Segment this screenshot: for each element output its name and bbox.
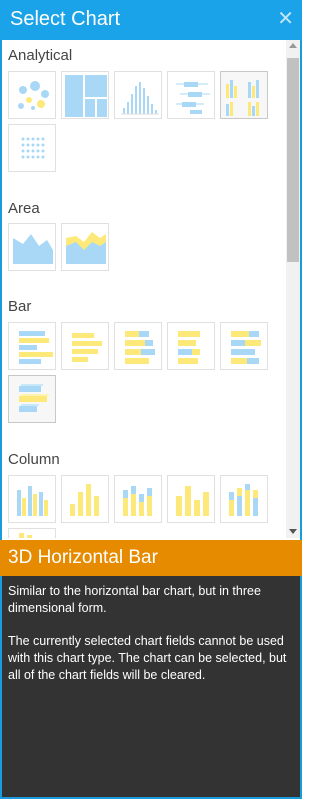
- chart-description: Similar to the horizontal bar chart, but…: [8, 584, 261, 615]
- chart-thumb-area[interactable]: [8, 223, 56, 271]
- chart-thumb-column-6[interactable]: [8, 528, 56, 538]
- section-label-analytical: Analytical: [8, 47, 73, 64]
- scroll-down-arrow-icon[interactable]: [289, 529, 297, 534]
- chart-thumb-treemap[interactable]: [61, 71, 109, 119]
- chart-detail-title: 3D Horizontal Bar: [8, 547, 158, 568]
- close-icon[interactable]: ✕: [277, 9, 294, 29]
- chart-thumb-column-1[interactable]: [8, 475, 56, 523]
- chart-thumb-horizontal-bar-5[interactable]: [220, 322, 268, 370]
- chart-thumb-horizontal-bar-4[interactable]: [167, 322, 215, 370]
- scroll-up-arrow-icon[interactable]: [289, 43, 297, 48]
- chart-thumb-horizontal-bar[interactable]: [8, 322, 56, 370]
- chart-thumb-horizontal-bar-3[interactable]: [114, 322, 162, 370]
- chart-thumb-column-5[interactable]: [220, 475, 268, 523]
- section-label-column: Column: [8, 451, 60, 468]
- chart-thumb-box-plot[interactable]: [167, 71, 215, 119]
- chart-thumb-column-2[interactable]: [61, 475, 109, 523]
- section-label-bar: Bar: [8, 298, 32, 315]
- chart-field-warning: The currently selected chart fields cann…: [8, 634, 287, 682]
- chart-gallery[interactable]: Analytical Area Bar Column: [2, 40, 286, 538]
- gallery-scrollbar[interactable]: [286, 40, 300, 538]
- chart-thumb-histogram[interactable]: [114, 71, 162, 119]
- chart-thumb-stacked-area[interactable]: [61, 223, 109, 271]
- chart-thumb-3d-horizontal-bar[interactable]: [8, 375, 56, 423]
- scrollbar-thumb[interactable]: [287, 58, 299, 262]
- chart-thumb-dot-matrix[interactable]: [8, 124, 56, 172]
- chart-detail-body: Similar to the horizontal bar chart, but…: [0, 576, 302, 799]
- chart-thumb-column-3[interactable]: [114, 475, 162, 523]
- panel-title: Select Chart: [10, 8, 121, 30]
- panel-header: Select Chart ✕: [0, 0, 302, 40]
- chart-thumb-multi-bar-panel[interactable]: [220, 71, 268, 119]
- chart-detail-header: 3D Horizontal Bar: [0, 540, 302, 576]
- chart-thumb-horizontal-bar-2[interactable]: [61, 322, 109, 370]
- chart-thumb-column-4[interactable]: [167, 475, 215, 523]
- chart-thumb-bubble[interactable]: [8, 71, 56, 119]
- section-label-area: Area: [8, 200, 40, 217]
